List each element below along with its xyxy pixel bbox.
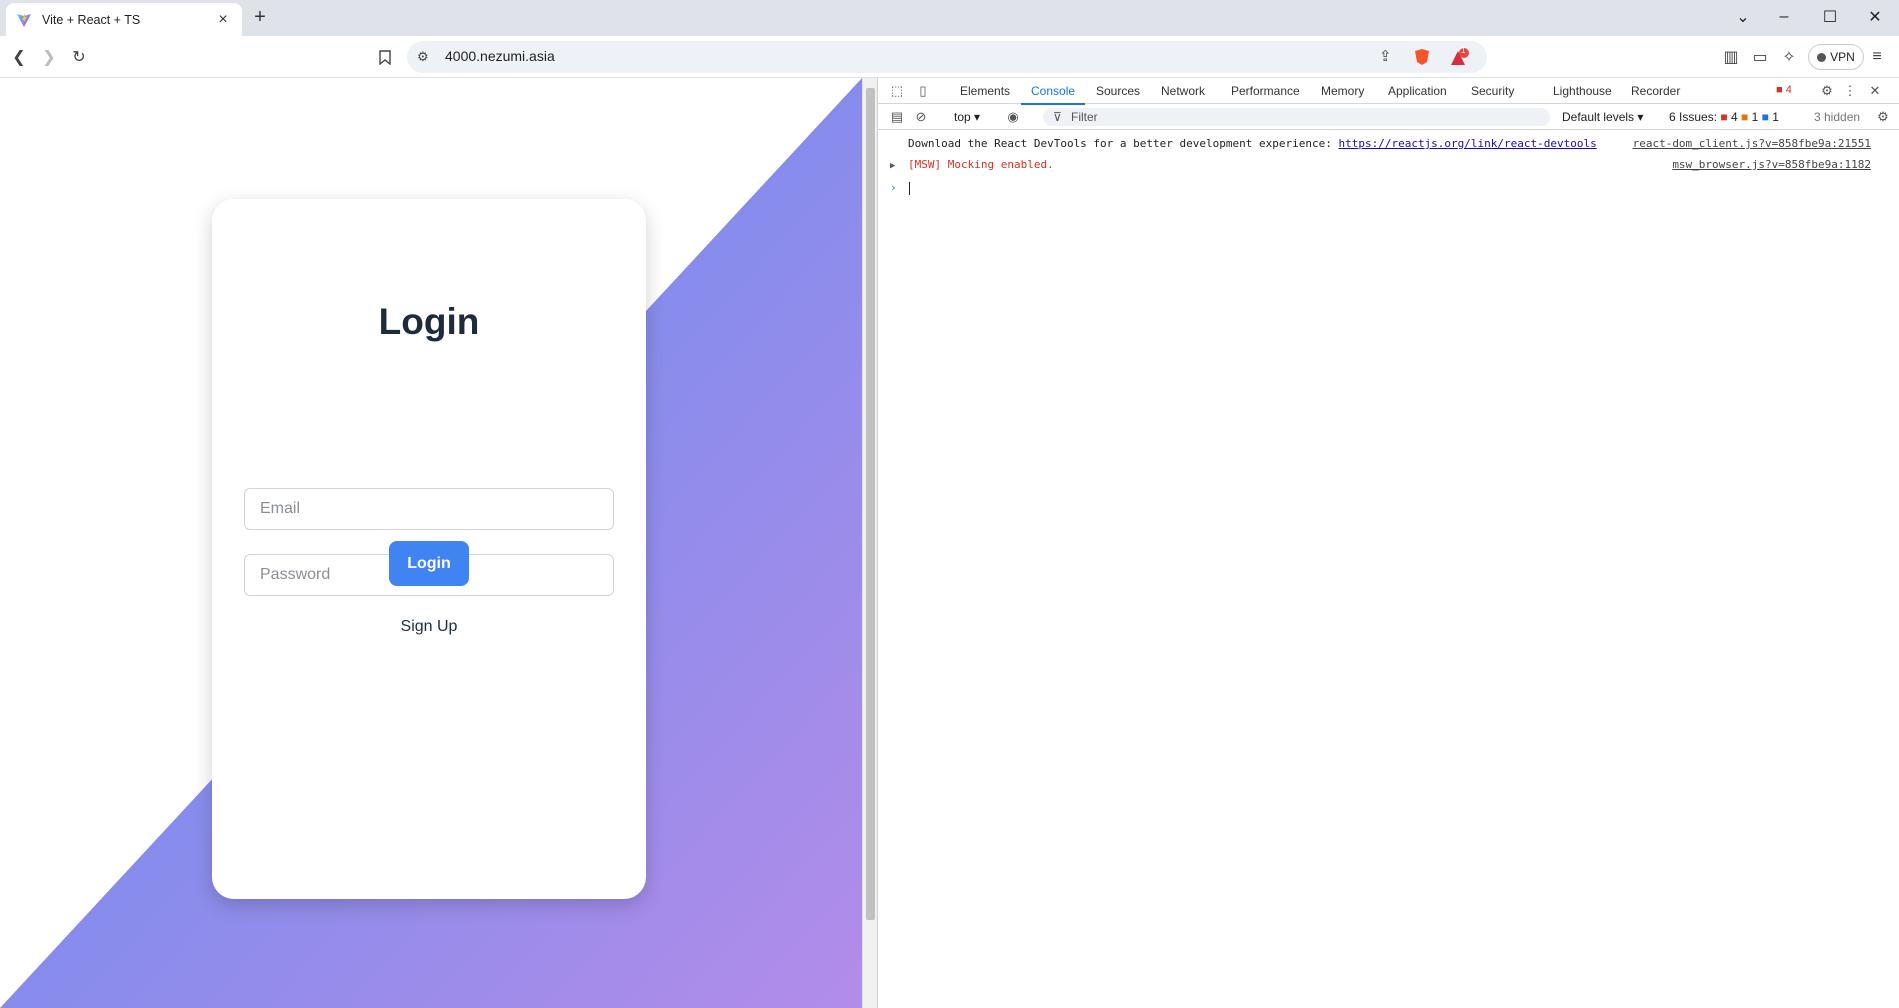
site-info-icon[interactable]: ⚙	[417, 49, 429, 65]
source-file-link[interactable]: msw_browser.js?v=858fbe9a:1182	[1672, 158, 1871, 171]
vpn-label: VPN	[1830, 50, 1855, 64]
sidebar-icon[interactable]: ▥	[1719, 45, 1743, 69]
tab-strip: Vite + React + TS × + ⌄ – ☐ ✕	[0, 0, 1899, 36]
sidebar-toggle-icon[interactable]: ▤	[888, 108, 906, 126]
live-expression-eye-icon[interactable]: ◉	[1004, 108, 1022, 126]
browser-toolbar: ❮ ❯ ↻ ⚙ 4000.nezumi.asia ⇪ 1 ▥ ▭ ✧ VPN ≡	[0, 36, 1899, 78]
inspect-element-icon[interactable]: ⬚	[888, 82, 906, 100]
context-selector[interactable]: top ▾	[954, 110, 980, 124]
console-source-link[interactable]: msw_browser.js?v=858fbe9a:1182	[1672, 158, 1871, 171]
login-card: Login Login Sign Up	[212, 199, 646, 899]
settings-gear-icon[interactable]: ⚙	[1818, 82, 1836, 100]
console-message: Download the React DevTools for a better…	[908, 137, 1597, 150]
brave-shields-icon[interactable]	[1414, 48, 1430, 66]
more-options-icon[interactable]: ⋮	[1841, 82, 1859, 100]
forward-icon[interactable]: ❯	[37, 45, 61, 69]
back-icon[interactable]: ❮	[7, 45, 31, 69]
devtools-tab-elements[interactable]: Elements	[960, 84, 1010, 98]
filter-icon: ⊽	[1053, 110, 1062, 124]
issues-counter[interactable]: 6 Issues: ■ 4 ■ 1 ■ 1	[1669, 110, 1779, 124]
console-message-text: [MSW] Mocking enabled.	[908, 158, 1054, 171]
device-toolbar-icon[interactable]: ▯	[914, 82, 932, 100]
console-settings-icon[interactable]: ⚙	[1874, 108, 1892, 126]
page-scrollbar[interactable]	[862, 78, 877, 1008]
share-icon[interactable]: ⇪	[1379, 47, 1392, 65]
issues-label: 6 Issues:	[1669, 110, 1718, 124]
context-label: top	[954, 110, 971, 124]
devtools-tab-network[interactable]: Network	[1161, 84, 1205, 98]
login-button[interactable]: Login	[389, 541, 469, 586]
wallet-icon[interactable]: ▭	[1748, 45, 1772, 69]
console-source-link[interactable]: react-dom_client.js?v=858fbe9a:21551	[1633, 137, 1871, 150]
devtools-panel: ⬚ ▯ Elements Console Sources Network Per…	[877, 78, 1899, 1008]
bookmark-icon[interactable]	[373, 45, 397, 69]
error-count: 4	[1785, 84, 1792, 96]
devtools-tab-console[interactable]: Console	[1020, 84, 1086, 105]
tab-title: Vite + React + TS	[42, 12, 141, 27]
tab-search-icon[interactable]: ⌄	[1721, 0, 1765, 34]
close-devtools-icon[interactable]: ✕	[1866, 82, 1884, 100]
devtools-tab-recorder[interactable]: Recorder	[1631, 84, 1680, 98]
vite-logo-icon	[17, 12, 31, 27]
leo-ai-icon[interactable]: ✧	[1777, 45, 1801, 69]
issues-info: 1	[1772, 110, 1779, 124]
close-window-button[interactable]: ✕	[1853, 0, 1897, 34]
login-heading: Login	[378, 301, 480, 342]
vpn-button[interactable]: VPN	[1808, 44, 1864, 70]
devtools-tab-memory[interactable]: Memory	[1321, 84, 1364, 98]
prompt-chevron-icon: ›	[890, 181, 897, 194]
url-text: 4000.nezumi.asia	[445, 48, 555, 64]
vpn-status-icon	[1817, 52, 1827, 62]
new-tab-button[interactable]: +	[248, 6, 272, 30]
menu-icon[interactable]: ≡	[1865, 45, 1889, 69]
address-bar[interactable]: ⚙ 4000.nezumi.asia ⇪ 1	[407, 41, 1487, 73]
error-count-badge[interactable]: ■ 4	[1776, 84, 1792, 96]
minimize-button[interactable]: –	[1762, 0, 1806, 34]
devtools-tab-lighthouse[interactable]: Lighthouse	[1553, 84, 1612, 98]
scrollbar-thumb[interactable]	[866, 88, 875, 920]
expand-triangle-icon[interactable]: ▶	[890, 161, 895, 171]
signup-link[interactable]: Sign Up	[212, 618, 646, 636]
console-filter-bar: ▤ ⊘ top ▾ ◉ ⊽ Filter Default levels ▾ 6 …	[878, 104, 1899, 130]
devtools-tab-sources[interactable]: Sources	[1096, 84, 1140, 98]
react-devtools-link[interactable]: https://reactjs.org/link/react-devtools	[1338, 137, 1596, 150]
issues-warnings: 1	[1751, 110, 1759, 124]
email-input[interactable]	[244, 488, 614, 530]
web-page: Login Login Sign Up	[0, 78, 862, 1008]
console-prompt[interactable]: ›	[890, 181, 911, 195]
text-cursor	[909, 181, 911, 195]
log-levels-dropdown[interactable]: Default levels ▾	[1562, 110, 1643, 124]
devtools-tab-security[interactable]: Security	[1471, 84, 1514, 98]
maximize-button[interactable]: ☐	[1808, 0, 1852, 34]
brave-rewards-icon[interactable]	[1449, 47, 1471, 67]
clear-console-icon[interactable]: ⊘	[912, 108, 930, 126]
issues-error-icon: ■	[1720, 110, 1728, 124]
filter-placeholder: Filter	[1071, 110, 1098, 124]
hidden-messages-count: 3 hidden	[1814, 110, 1861, 124]
close-tab-icon[interactable]: ×	[214, 11, 232, 29]
issues-info-icon: ■	[1761, 110, 1769, 124]
log-levels-label: Default levels	[1562, 110, 1635, 124]
rewards-badge: 1	[1461, 46, 1466, 55]
issues-errors: 4	[1730, 110, 1738, 124]
issues-warning-icon: ■	[1741, 110, 1749, 124]
devtools-tab-bar: ⬚ ▯ Elements Console Sources Network Per…	[878, 78, 1899, 105]
devtools-tab-performance[interactable]: Performance	[1231, 84, 1300, 98]
browser-tab[interactable]: Vite + React + TS ×	[6, 3, 242, 36]
filter-input[interactable]: ⊽ Filter	[1043, 108, 1550, 126]
console-message-text: Download the React DevTools for a better…	[908, 137, 1339, 150]
source-file-link[interactable]: react-dom_client.js?v=858fbe9a:21551	[1633, 137, 1871, 150]
reload-icon[interactable]: ↻	[67, 45, 91, 69]
devtools-tab-application[interactable]: Application	[1388, 84, 1447, 98]
console-message[interactable]: ▶ [MSW] Mocking enabled.	[890, 158, 1054, 171]
